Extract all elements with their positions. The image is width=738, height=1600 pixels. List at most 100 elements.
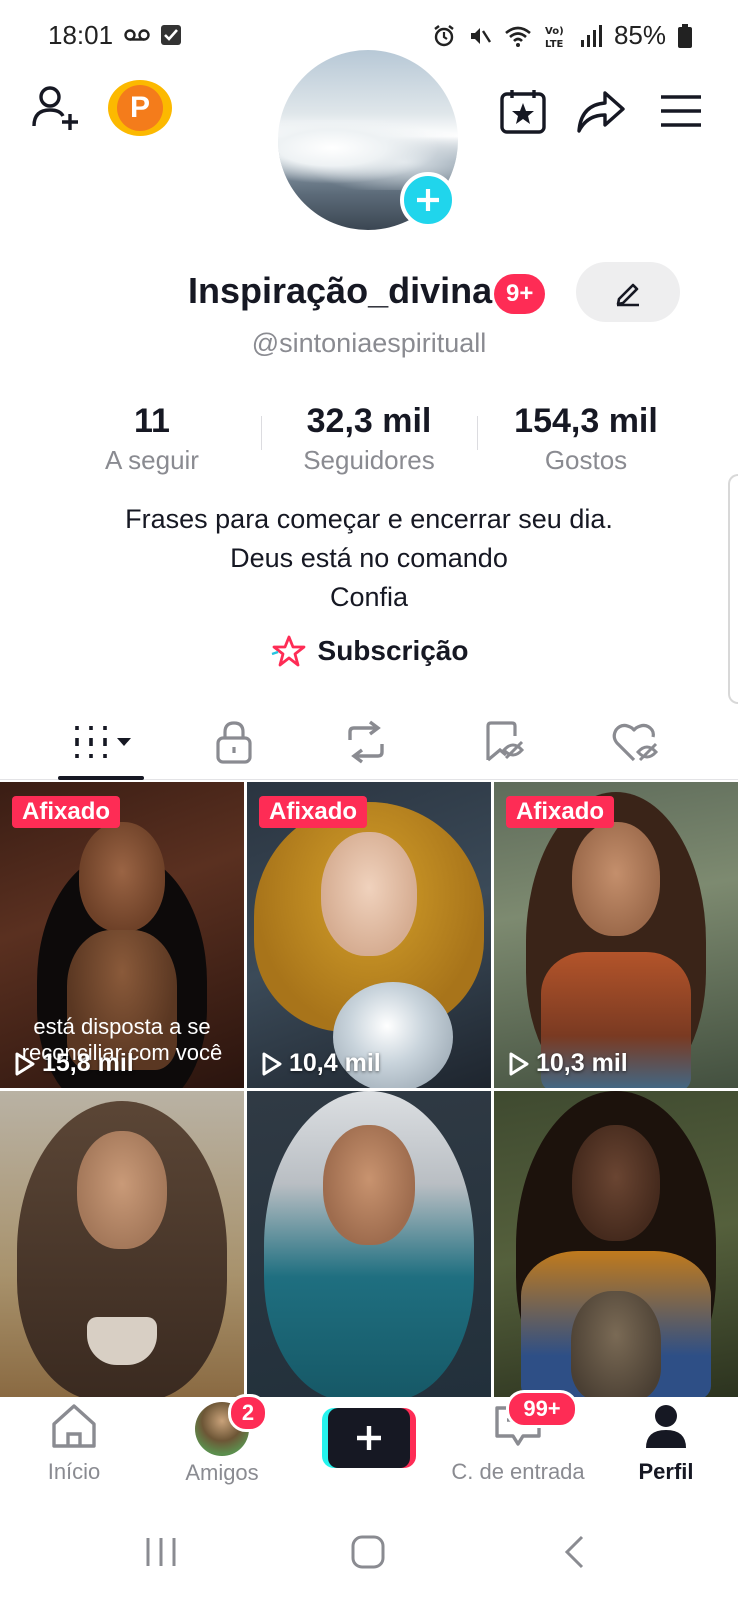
nav-friends[interactable]: Amigos 2 xyxy=(152,1394,292,1486)
view-count: 10,4 mil xyxy=(261,1049,381,1078)
view-count-value: 15,8 mil xyxy=(42,1049,134,1077)
favorites-hidden-icon xyxy=(486,721,525,762)
portrait-image xyxy=(79,822,165,932)
video-tile[interactable]: Afixado 10,3 mil xyxy=(494,782,738,1088)
system-nav-bar xyxy=(0,1500,738,1600)
friends-count-badge: 2 xyxy=(228,1394,268,1432)
mute-icon xyxy=(470,27,491,44)
svg-text:LTE: LTE xyxy=(545,39,564,49)
play-icon xyxy=(15,1052,35,1075)
tab-favorites[interactable] xyxy=(460,714,548,770)
create-button[interactable] xyxy=(322,1408,416,1468)
nav-inbox-label: C. de entrada xyxy=(451,1459,585,1484)
nav-inbox[interactable]: C. de entrada 99+ xyxy=(448,1390,588,1485)
portrait-image xyxy=(321,832,417,956)
view-count-value: 10,3 mil xyxy=(536,1049,628,1077)
pinned-badge: Afixado xyxy=(506,796,615,828)
stat-followers[interactable]: 32,3 mil Seguidores xyxy=(259,402,479,476)
content-tabs xyxy=(0,704,738,780)
checkbox-icon xyxy=(161,25,181,45)
battery-percent: 85% xyxy=(613,20,666,50)
star-outline-icon xyxy=(271,635,305,667)
bio-line: Deus está no comando xyxy=(230,543,508,573)
video-grid: Afixado está disposta a se reconciliar c… xyxy=(0,782,738,1398)
stat-value: 154,3 mil xyxy=(514,402,658,440)
lock-icon xyxy=(216,721,252,764)
volte-icon: Vo) LTE xyxy=(545,26,564,49)
subscription-label: Subscrição xyxy=(317,635,469,666)
notification-badge[interactable]: 9+ xyxy=(494,274,546,314)
play-icon xyxy=(262,1052,282,1075)
portrait-image xyxy=(572,1125,660,1241)
add-avatar-button[interactable] xyxy=(400,172,456,228)
tab-private[interactable] xyxy=(190,714,278,770)
side-panel-handle[interactable] xyxy=(728,474,738,704)
profile-stats: 11 A seguir 32,3 mil Seguidores 154,3 mi… xyxy=(0,402,738,482)
subscription-link[interactable]: Subscrição xyxy=(0,634,738,668)
recent-apps-icon[interactable] xyxy=(144,1536,178,1568)
liked-hidden-icon xyxy=(612,723,659,762)
share-icon xyxy=(577,91,625,133)
home-button-icon[interactable] xyxy=(350,1534,386,1570)
signal-icon xyxy=(580,24,602,47)
video-tile[interactable]: Afixado está disposta a se reconciliar c… xyxy=(0,782,244,1088)
repost-icon xyxy=(348,720,384,764)
wifi-icon xyxy=(505,26,531,47)
portrait-image xyxy=(77,1131,167,1249)
active-tab-indicator xyxy=(58,776,144,780)
plus-icon xyxy=(357,1426,381,1450)
nav-profile[interactable]: Perfil xyxy=(596,1402,736,1485)
play-icon xyxy=(509,1052,529,1075)
calendar-button[interactable] xyxy=(496,84,550,138)
nav-home-label: Início xyxy=(47,1459,101,1484)
portrait-image xyxy=(323,1125,415,1245)
status-time: 18:01 xyxy=(48,20,114,50)
premium-p-button[interactable]: P xyxy=(108,80,172,136)
video-tile[interactable] xyxy=(494,1091,738,1397)
view-count: 10,3 mil xyxy=(508,1049,628,1078)
stat-value: 32,3 mil xyxy=(306,402,432,440)
battery-icon xyxy=(678,23,692,48)
add-friend-icon xyxy=(32,86,78,130)
menu-button[interactable] xyxy=(656,86,706,136)
tab-liked[interactable] xyxy=(592,714,680,770)
share-button[interactable] xyxy=(574,84,628,138)
pinned-badge: Afixado xyxy=(12,796,121,828)
plus-icon xyxy=(417,189,439,211)
bio-line: Frases para começar e encerrar seu dia. xyxy=(125,504,613,534)
svg-text:Vo): Vo) xyxy=(545,26,564,37)
view-count: 15,8 mil xyxy=(14,1049,134,1078)
stat-following[interactable]: 11 A seguir xyxy=(42,402,262,476)
calendar-star-icon xyxy=(500,90,546,134)
video-tile[interactable] xyxy=(0,1091,244,1397)
voicemail-icon xyxy=(124,29,150,41)
stat-likes[interactable]: 154,3 mil Gostos xyxy=(476,402,696,476)
home-icon xyxy=(52,1404,96,1448)
tab-videos[interactable] xyxy=(60,714,148,770)
stat-label: Seguidores xyxy=(303,445,435,475)
stat-label: Gostos xyxy=(544,445,628,475)
profile-handle: @sintoniaespirituall xyxy=(251,328,487,358)
tab-reposts[interactable] xyxy=(322,714,410,770)
video-tile[interactable] xyxy=(247,1091,491,1397)
portrait-image xyxy=(572,822,660,936)
bio-line: Confia xyxy=(329,582,409,612)
edit-profile-button[interactable] xyxy=(576,262,680,322)
nav-profile-label: Perfil xyxy=(638,1459,694,1484)
pencil-icon xyxy=(616,283,639,307)
inbox-count-badge: 99+ xyxy=(506,1390,578,1428)
pinned-badge: Afixado xyxy=(259,796,368,828)
back-icon[interactable] xyxy=(562,1534,586,1570)
menu-icon xyxy=(661,95,701,127)
nav-home[interactable]: Início xyxy=(4,1402,144,1485)
stat-label: A seguir xyxy=(105,445,199,475)
name-row: Inspiração_divina 9+ xyxy=(0,262,738,324)
bottom-nav: Início Amigos 2 C. de entrada 99+ Perfil xyxy=(0,1390,738,1498)
profile-bio: Frases para começar e encerrar seu dia. … xyxy=(0,500,738,617)
stat-value: 11 xyxy=(134,402,170,440)
nav-friends-label: Amigos xyxy=(185,1460,259,1485)
view-count-value: 10,4 mil xyxy=(289,1049,381,1077)
add-friend-button[interactable] xyxy=(28,80,84,136)
video-tile[interactable]: Afixado 10,4 mil xyxy=(247,782,491,1088)
profile-name: Inspiração_divina xyxy=(188,270,493,311)
